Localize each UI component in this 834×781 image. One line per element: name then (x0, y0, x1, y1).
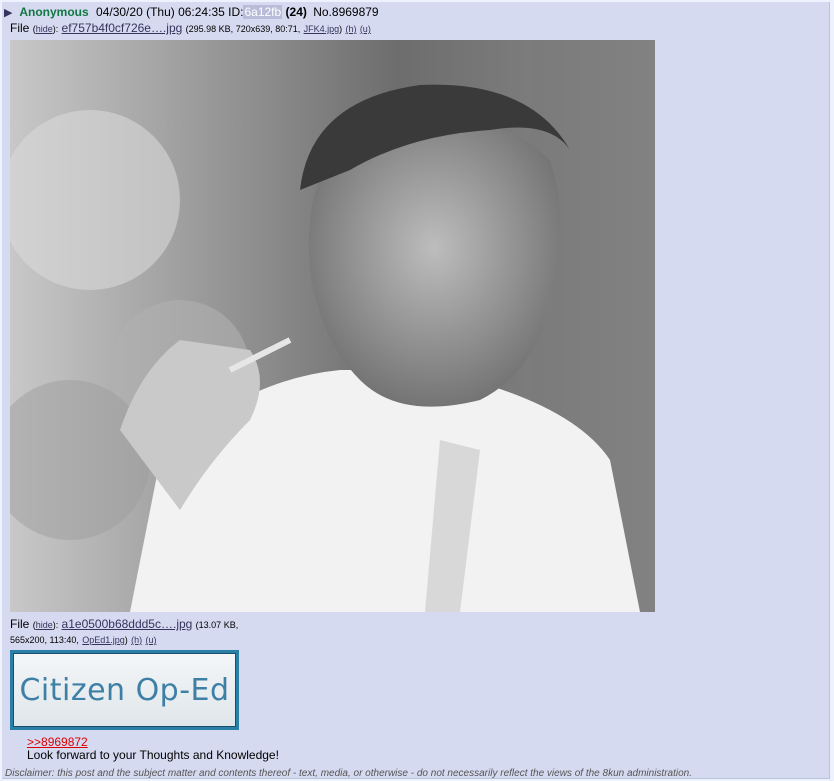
file-name-link[interactable]: a1e0500b68ddd5c….jpg (62, 617, 193, 631)
file-image-2[interactable]: Citizen Op-Ed (10, 650, 239, 730)
file-original-name-link[interactable]: JFK4.jpg (304, 24, 340, 34)
post-number[interactable]: No.8969879 (313, 5, 378, 19)
file-original-name-link[interactable]: OpEd1.jpg (82, 635, 125, 645)
hide-file-link[interactable]: hide (36, 24, 53, 34)
op-ed-banner: Citizen Op-Ed (13, 653, 236, 727)
post-count: (24) (285, 5, 307, 19)
post-intro: ▶ Anonymous 04/30/20 (Thu) 06:24:35 ID:6… (4, 5, 379, 19)
poster-id[interactable]: 6a12fb (243, 5, 283, 19)
file-u-link[interactable]: (u) (145, 635, 156, 645)
file-details: (295.98 KB, 720x639, 80:71, (185, 24, 301, 34)
op-ed-banner-text: Citizen Op-Ed (19, 672, 230, 708)
file-details-line1: (13.07 KB, (195, 620, 239, 630)
poster-id-label: ID: (228, 5, 244, 19)
file-info-2: File (hide): a1e0500b68ddd5c….jpg (13.07… (10, 617, 239, 645)
file-label: File (10, 21, 30, 35)
file-label: File (10, 617, 30, 631)
portrait-photo (10, 40, 655, 612)
file-u-link[interactable]: (u) (360, 24, 371, 34)
file-image-1[interactable] (10, 40, 655, 612)
file-h-link[interactable]: (h) (131, 635, 142, 645)
file-h-link[interactable]: (h) (345, 24, 356, 34)
poster-name: Anonymous (19, 5, 89, 19)
file-name-link[interactable]: ef757b4f0cf726e….jpg (62, 21, 183, 35)
file-info-1: File (hide): ef757b4f0cf726e….jpg (295.9… (10, 21, 371, 35)
quote-link[interactable]: >>8969872 (27, 735, 88, 749)
disclaimer: Disclaimer: this post and the subject ma… (5, 768, 692, 779)
post-message: Look forward to your Thoughts and Knowle… (27, 748, 279, 762)
hide-file-link[interactable]: hide (36, 620, 53, 630)
post-menu-arrow-icon[interactable]: ▶ (4, 6, 16, 19)
post-datetime: 04/30/20 (Thu) 06:24:35 (96, 5, 225, 19)
post-body: >>8969872 Look forward to your Thoughts … (27, 736, 279, 762)
post-container: ▶ Anonymous 04/30/20 (Thu) 06:24:35 ID:6… (2, 2, 830, 779)
file-details-line2: 565x200, 113:40, (10, 635, 79, 645)
